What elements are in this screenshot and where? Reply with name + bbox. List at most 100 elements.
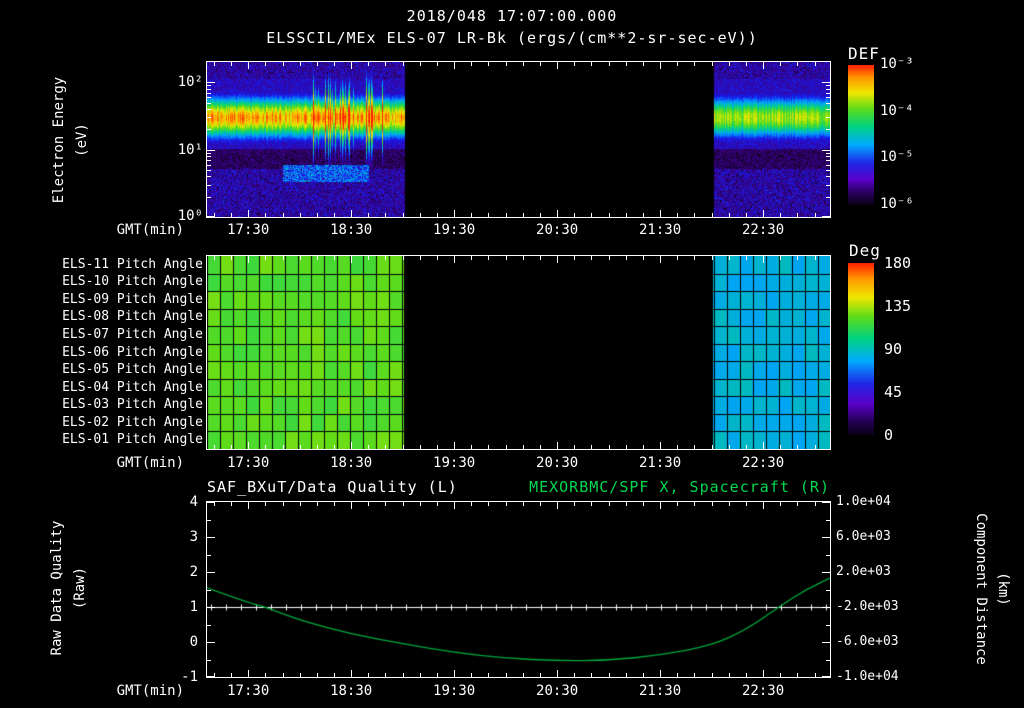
x-tick-label: 19:30 xyxy=(433,683,476,699)
x-minor-tick xyxy=(797,673,798,677)
x-minor-tick xyxy=(626,445,627,449)
x-minor-tick xyxy=(506,445,507,449)
x-minor-tick xyxy=(231,256,232,260)
x-major-tick xyxy=(660,210,661,217)
x-major-tick xyxy=(763,502,764,509)
x-major-tick xyxy=(557,210,558,217)
x-minor-tick xyxy=(420,62,421,66)
x-tick-label: 21:30 xyxy=(639,455,682,471)
x-major-tick xyxy=(660,62,661,69)
x-major-tick xyxy=(351,442,352,449)
x-minor-tick xyxy=(506,62,507,66)
pitch-angle-x-axis: GMT(min) 17:30 18:30 19:30 20:30 21:30 22:30 xyxy=(0,455,1024,471)
x-major-tick xyxy=(557,670,558,677)
pitch-angle-plot-frame xyxy=(206,255,831,450)
x-major-tick xyxy=(248,502,249,509)
x-minor-tick xyxy=(574,213,575,217)
x-minor-tick xyxy=(780,256,781,260)
x-minor-tick xyxy=(471,213,472,217)
x-minor-tick xyxy=(283,256,284,260)
x-minor-tick xyxy=(300,256,301,260)
x-tick-label: 18:30 xyxy=(330,455,373,471)
pitch-row-label: ELS-01 Pitch Angle xyxy=(62,432,203,448)
x-minor-tick xyxy=(574,445,575,449)
x-minor-tick xyxy=(746,256,747,260)
x-minor-tick xyxy=(283,673,284,677)
x-minor-tick xyxy=(712,62,713,66)
x-minor-tick xyxy=(712,502,713,506)
x-minor-tick xyxy=(385,62,386,66)
x-minor-tick xyxy=(231,673,232,677)
pitch-row-label: ELS-09 Pitch Angle xyxy=(62,291,203,307)
x-major-tick xyxy=(248,670,249,677)
x-minor-tick xyxy=(403,62,404,66)
x-minor-tick xyxy=(488,213,489,217)
x-minor-tick xyxy=(523,213,524,217)
x-minor-tick xyxy=(712,213,713,217)
x-minor-tick xyxy=(643,62,644,66)
quality-y-tick-label: 4 xyxy=(189,494,198,510)
y-minor-tick xyxy=(826,625,830,626)
x-major-tick xyxy=(351,502,352,509)
x-minor-tick xyxy=(523,502,524,506)
distance-y-tick-label: -2.0e+03 xyxy=(836,599,899,614)
x-tick-label: 22:30 xyxy=(741,222,785,238)
spectrogram-y-tick-label: 10⁰ xyxy=(177,208,203,224)
x-minor-tick xyxy=(746,502,747,506)
x-tick-label: 17:30 xyxy=(227,455,270,471)
x-major-tick xyxy=(454,256,455,263)
x-minor-tick xyxy=(437,673,438,677)
x-major-tick xyxy=(454,670,455,677)
x-major-tick xyxy=(660,670,661,677)
x-axis-label: GMT(min) xyxy=(116,455,184,471)
x-minor-tick xyxy=(643,213,644,217)
x-minor-tick xyxy=(677,445,678,449)
y-minor-tick xyxy=(207,625,211,626)
deg-colorbar-tick-label: 0 xyxy=(884,426,894,444)
x-major-tick xyxy=(557,502,558,509)
x-minor-tick xyxy=(540,256,541,260)
x-minor-tick xyxy=(317,62,318,66)
x-minor-tick xyxy=(780,62,781,66)
x-minor-tick xyxy=(403,256,404,260)
x-minor-tick xyxy=(523,62,524,66)
x-minor-tick xyxy=(283,213,284,217)
x-minor-tick xyxy=(368,213,369,217)
y-major-tick xyxy=(822,537,830,538)
y-minor-tick xyxy=(207,170,211,171)
x-minor-tick xyxy=(403,445,404,449)
x-minor-tick xyxy=(815,445,816,449)
x-minor-tick xyxy=(694,445,695,449)
x-minor-tick xyxy=(626,62,627,66)
x-minor-tick xyxy=(712,445,713,449)
x-minor-tick xyxy=(574,256,575,260)
x-minor-tick xyxy=(729,502,730,506)
x-minor-tick xyxy=(385,256,386,260)
x-tick-label: 18:30 xyxy=(330,683,373,699)
y-minor-tick xyxy=(207,129,211,130)
x-minor-tick xyxy=(385,445,386,449)
x-minor-tick xyxy=(334,673,335,677)
pitch-row-label: ELS-10 Pitch Angle xyxy=(62,274,203,290)
x-minor-tick xyxy=(591,213,592,217)
x-minor-tick xyxy=(780,502,781,506)
x-major-tick xyxy=(248,62,249,69)
x-minor-tick xyxy=(265,502,266,506)
x-minor-tick xyxy=(780,445,781,449)
x-major-tick xyxy=(454,62,455,69)
distance-y-axis-label: Component Distance xyxy=(973,513,989,665)
x-minor-tick xyxy=(265,62,266,66)
x-minor-tick xyxy=(591,502,592,506)
x-minor-tick xyxy=(265,445,266,449)
x-minor-tick xyxy=(729,445,730,449)
spectrogram-y-tick-label: 10² xyxy=(177,74,203,90)
y-minor-tick xyxy=(826,109,830,110)
x-minor-tick xyxy=(488,445,489,449)
deg-colorbar-tick-label: 135 xyxy=(884,297,912,315)
x-minor-tick xyxy=(729,62,730,66)
x-minor-tick xyxy=(420,445,421,449)
y-major-tick xyxy=(822,82,830,83)
x-minor-tick xyxy=(488,673,489,677)
spectrogram-y-tick-label: 10¹ xyxy=(177,142,203,158)
y-minor-tick xyxy=(207,153,211,154)
